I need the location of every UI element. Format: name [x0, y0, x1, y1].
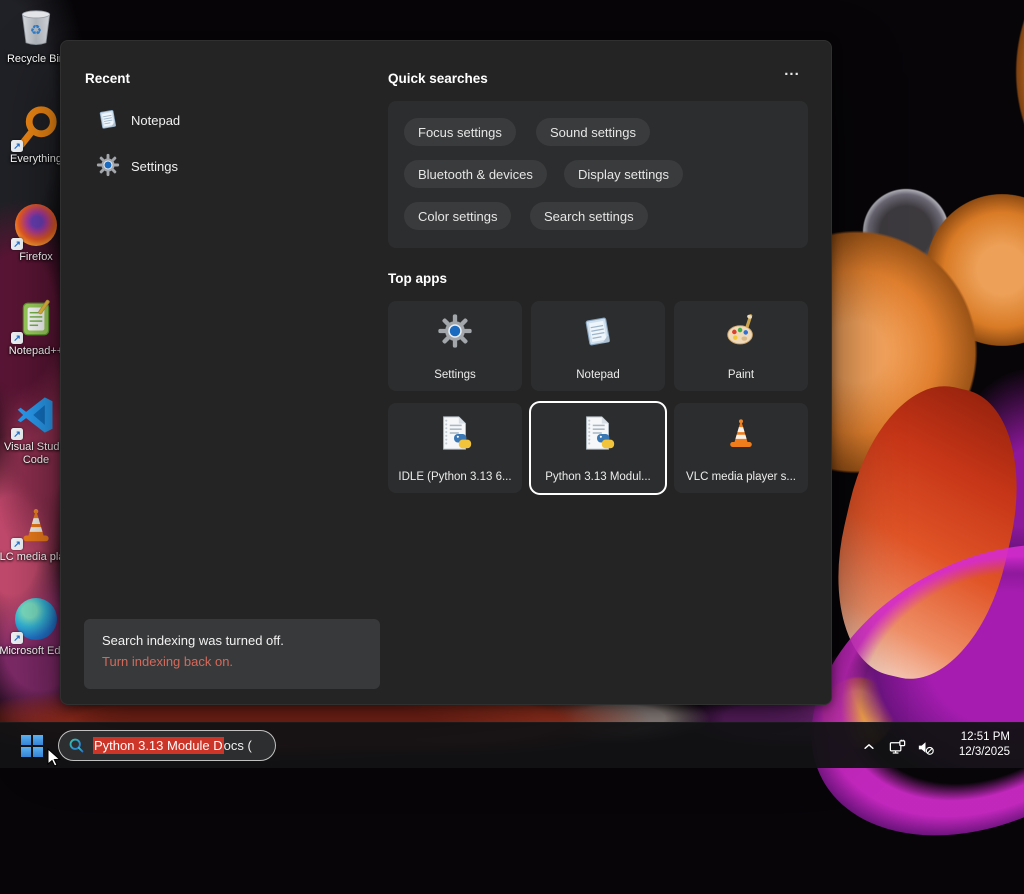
- indexing-notice: Search indexing was turned off. Turn ind…: [84, 619, 380, 689]
- tile-label: Notepad: [535, 369, 661, 381]
- shortcut-arrow-icon: ↗: [11, 238, 23, 250]
- firefox-icon: ↗: [13, 202, 59, 248]
- shortcut-arrow-icon: ↗: [11, 332, 23, 344]
- gear-icon: [388, 309, 522, 353]
- tray-volume-button[interactable]: [912, 736, 938, 758]
- search-text-selected: Python 3.13 Module D: [93, 737, 224, 754]
- recent-item-label: Notepad: [131, 113, 180, 128]
- tile-label: Paint: [678, 369, 804, 381]
- quick-search-pill[interactable]: Bluetooth & devices: [404, 160, 547, 188]
- desktop-icon-label: Everything: [10, 153, 62, 166]
- network-icon: [888, 738, 907, 757]
- desktop-icon-label: Recycle Bin: [7, 53, 65, 66]
- quick-searches-title: Quick searches: [388, 71, 488, 86]
- top-app-tile-idle-python[interactable]: IDLE (Python 3.13 6...: [388, 403, 522, 493]
- gear-icon: [96, 153, 120, 180]
- indexing-notice-message: Search indexing was turned off.: [102, 633, 362, 648]
- recent-item-label: Settings: [131, 159, 178, 174]
- notepad-plus-plus-icon: ↗: [13, 296, 59, 342]
- python-doc-icon: [531, 411, 665, 455]
- quick-searches-card: Focus settings Sound settings Bluetooth …: [388, 101, 808, 248]
- top-app-tile-notepad[interactable]: Notepad: [531, 301, 665, 391]
- search-text-rest: ocs (: [224, 738, 252, 753]
- notepad-icon: [96, 107, 120, 134]
- visual-studio-code-icon: ↗: [13, 392, 59, 438]
- tile-label: Settings: [392, 369, 518, 381]
- tile-label: IDLE (Python 3.13 6...: [392, 471, 518, 483]
- svg-text:♻: ♻: [30, 22, 42, 37]
- tray-chevron-up-button[interactable]: [856, 736, 882, 758]
- speaker-muted-icon: [916, 738, 935, 757]
- search-icon: [68, 737, 85, 754]
- clock-date: 12/3/2025: [959, 745, 1010, 760]
- top-app-tile-settings[interactable]: Settings: [388, 301, 522, 391]
- search-flyout-panel: Recent Notepad: [60, 40, 832, 705]
- quick-search-pill[interactable]: Display settings: [564, 160, 683, 188]
- desktop-icon-label: Notepad++: [9, 345, 63, 358]
- quick-search-pill[interactable]: Color settings: [404, 202, 511, 230]
- desktop-icon-label: Firefox: [19, 251, 53, 264]
- mouse-cursor: [44, 748, 64, 773]
- top-app-tile-paint[interactable]: Paint: [674, 301, 808, 391]
- vlc-icon: ↗: [13, 502, 59, 548]
- recent-item-notepad[interactable]: Notepad: [96, 107, 180, 134]
- shortcut-arrow-icon: ↗: [11, 538, 23, 550]
- clock-time: 12:51 PM: [959, 730, 1010, 745]
- notepad-icon: [531, 309, 665, 353]
- everything-icon: ↗: [13, 104, 59, 150]
- shortcut-arrow-icon: ↗: [11, 428, 23, 440]
- quick-search-pill[interactable]: Sound settings: [536, 118, 650, 146]
- python-doc-icon: [388, 411, 522, 455]
- tile-label: Python 3.13 Modul...: [535, 471, 661, 483]
- microsoft-edge-icon: ↗: [13, 596, 59, 642]
- top-app-tile-vlc[interactable]: VLC media player s...: [674, 403, 808, 493]
- more-options-button[interactable]: ...: [775, 65, 809, 85]
- recent-item-settings[interactable]: Settings: [96, 153, 178, 180]
- shortcut-arrow-icon: ↗: [11, 140, 23, 152]
- paint-icon: [674, 309, 808, 353]
- turn-indexing-on-link[interactable]: Turn indexing back on.: [102, 654, 362, 669]
- shortcut-arrow-icon: ↗: [11, 632, 23, 644]
- tray-network-button[interactable]: [884, 736, 910, 758]
- quick-search-pill[interactable]: Focus settings: [404, 118, 516, 146]
- tile-label: VLC media player s...: [678, 471, 804, 483]
- tray-clock[interactable]: 12:51 PM 12/3/2025: [959, 730, 1010, 760]
- top-apps-title: Top apps: [388, 271, 447, 286]
- windows-logo-icon: [21, 735, 43, 757]
- vlc-icon: [674, 411, 808, 455]
- taskbar: Python 3.13 Module Docs (: [0, 722, 1024, 768]
- recycle-bin-icon: ♻: [13, 4, 59, 50]
- top-app-tile-python-module-docs[interactable]: Python 3.13 Modul...: [531, 403, 665, 493]
- taskbar-search-input[interactable]: Python 3.13 Module Docs (: [58, 730, 276, 761]
- recent-section-title: Recent: [85, 71, 130, 86]
- chevron-up-icon: [862, 740, 876, 754]
- quick-search-pill[interactable]: Search settings: [530, 202, 648, 230]
